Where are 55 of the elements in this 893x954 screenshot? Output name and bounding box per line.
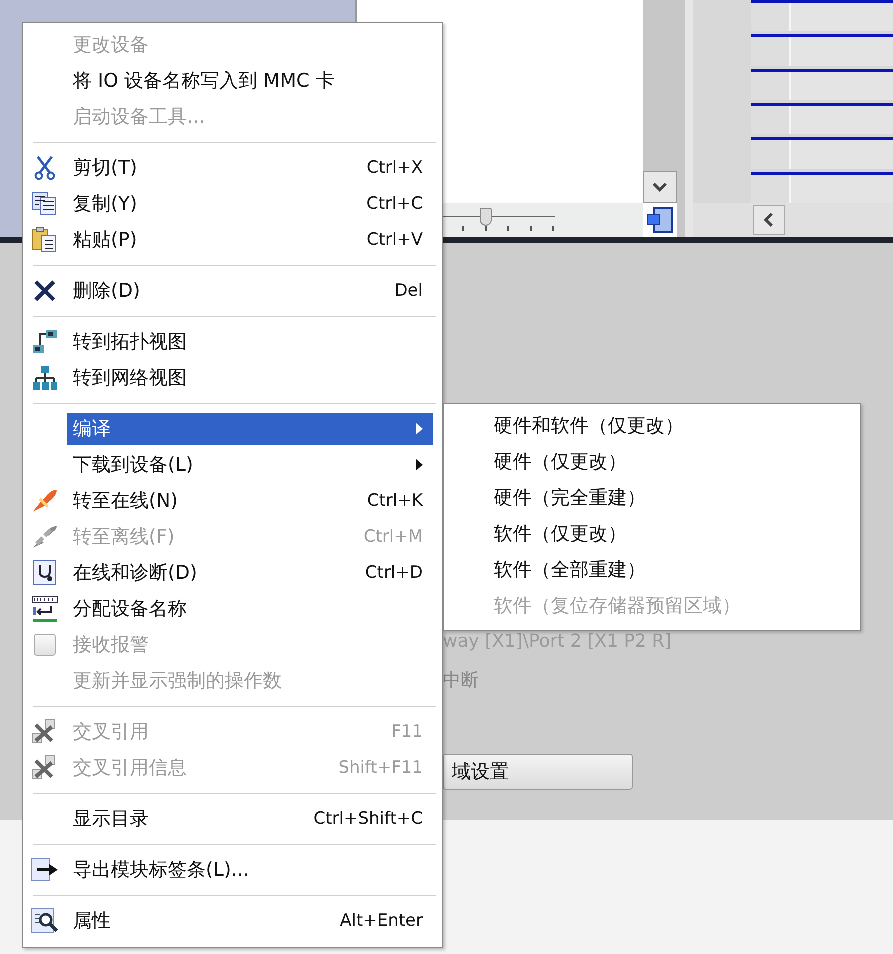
- copy-icon: [32, 192, 58, 216]
- topology-icon: [32, 329, 58, 355]
- settings-button[interactable]: 域设置: [443, 754, 633, 790]
- menu-item[interactable]: 转至在线(N) Ctrl+K: [67, 485, 433, 517]
- shortcut-label: Ctrl+M: [364, 527, 423, 547]
- menu-item[interactable]: 硬件（仅更改）: [444, 444, 860, 480]
- shortcut-label: Alt+Enter: [340, 911, 423, 931]
- overview-icon[interactable]: [646, 206, 674, 234]
- shortcut-label: Del: [394, 281, 423, 301]
- menu-item[interactable]: 下载到设备(L): [67, 449, 433, 481]
- shortcut-label: Ctrl+K: [367, 491, 423, 511]
- menu-item[interactable]: 硬件和软件（仅更改）: [444, 408, 860, 444]
- scroll-down-button[interactable]: [643, 171, 677, 203]
- menu-item[interactable]: 转到网络视图: [67, 362, 433, 394]
- shortcut-label: Ctrl+X: [366, 158, 423, 178]
- menu-item[interactable]: 属性 Alt+Enter: [67, 905, 433, 937]
- shortcut-label: Shift+F11: [338, 758, 423, 778]
- shortcut-label: F11: [392, 722, 423, 742]
- shortcut-label: Ctrl+V: [366, 230, 423, 250]
- menu-item[interactable]: 导出模块标签条(L)...: [67, 854, 433, 886]
- scissors-icon: [33, 155, 57, 181]
- menu-item[interactable]: 显示目录 Ctrl+Shift+C: [67, 803, 433, 835]
- chevron-left-icon: [764, 212, 774, 228]
- menu-item[interactable]: 在线和诊断(D) Ctrl+D: [67, 557, 433, 589]
- menu-item[interactable]: 将 IO 设备名称写入到 MMC 卡: [67, 65, 433, 97]
- stethoscope-icon: [33, 560, 57, 586]
- status-label: 中断: [443, 669, 480, 692]
- clipboard-icon: [32, 227, 58, 253]
- menu-item[interactable]: 剪切(T) Ctrl+X: [67, 152, 433, 184]
- cross-reference-icon: [32, 755, 58, 781]
- delete-icon: [33, 280, 57, 302]
- menu-item[interactable]: 硬件（完全重建）: [444, 480, 860, 516]
- menu-item[interactable]: 软件（仅更改）: [444, 516, 860, 552]
- scrollbar[interactable]: [643, 0, 685, 237]
- menu-item[interactable]: 复制(Y) Ctrl+C: [67, 188, 433, 220]
- menu-item[interactable]: 粘贴(P) Ctrl+V: [67, 224, 433, 256]
- menu-item[interactable]: 分配设备名称: [67, 593, 433, 625]
- connector-icon: [31, 524, 59, 550]
- submenu-arrow-icon: [416, 423, 423, 435]
- chevron-down-icon: [652, 182, 668, 192]
- shortcut-label: Ctrl+D: [365, 563, 423, 583]
- properties-icon: [31, 908, 59, 934]
- network-icon: [32, 365, 58, 391]
- name-tag-icon: [31, 595, 59, 623]
- export-icon: [31, 857, 59, 883]
- menu-item[interactable]: 软件（全部重建）: [444, 552, 860, 588]
- connector-icon: [31, 488, 59, 514]
- scroll-left-button[interactable]: [753, 205, 785, 235]
- submenu-arrow-icon: [416, 459, 423, 471]
- menu-item[interactable]: 编译: [67, 413, 433, 445]
- shortcut-label: Ctrl+Shift+C: [314, 809, 423, 829]
- menu-item[interactable]: 删除(D) Del: [67, 275, 433, 307]
- shortcut-label: Ctrl+C: [366, 194, 423, 214]
- menu-item[interactable]: 转到拓扑视图: [67, 326, 433, 358]
- cross-reference-icon: [32, 719, 58, 745]
